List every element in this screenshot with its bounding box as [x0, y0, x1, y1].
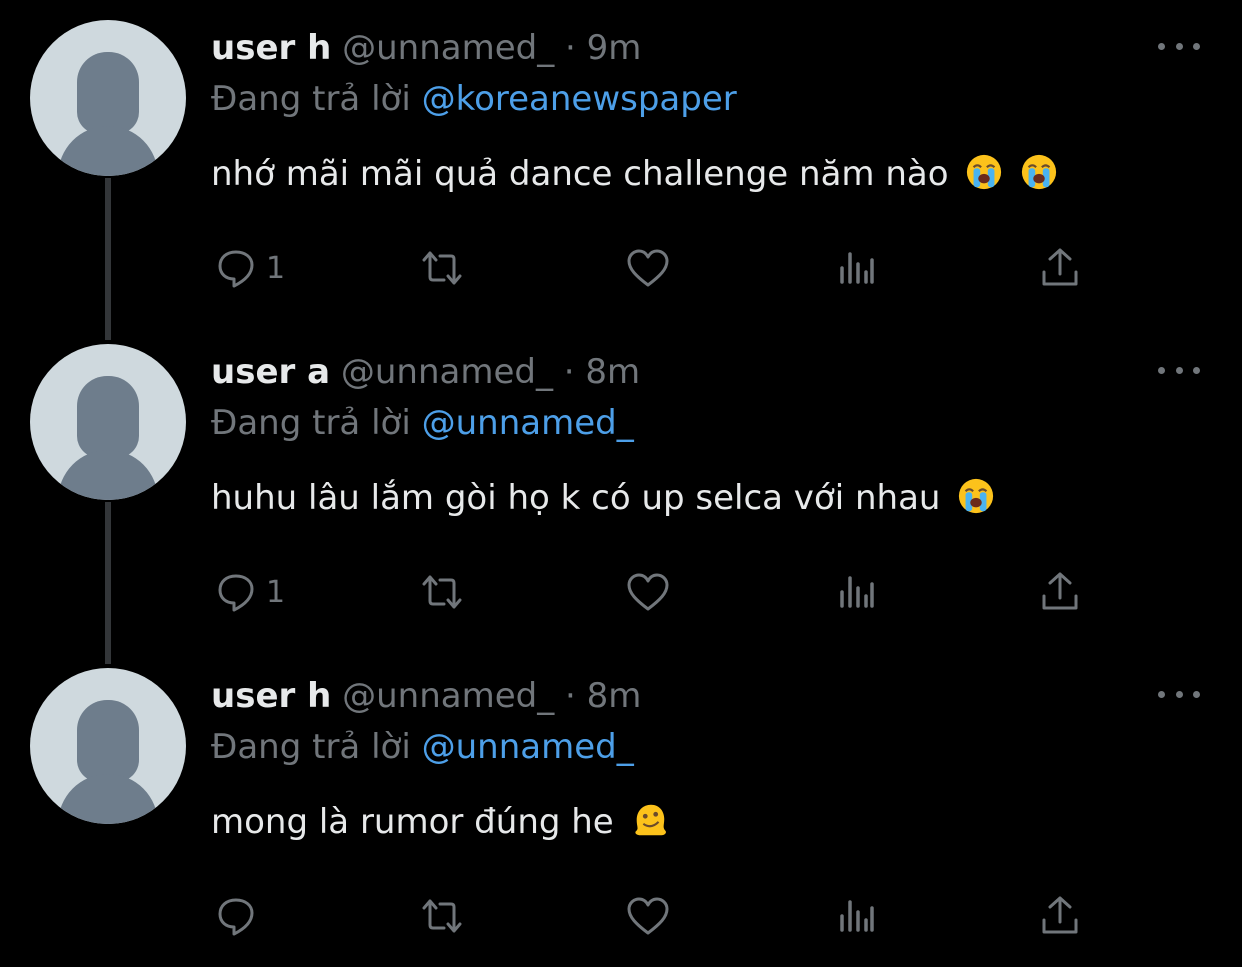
like-icon — [627, 249, 669, 287]
retweet-icon — [422, 575, 462, 609]
more-options-icon[interactable] — [1158, 34, 1200, 58]
mention-link[interactable]: @unnamed_ — [422, 403, 634, 443]
tweet[interactable]: user h @unnamed_ · 8m Đang trả lời @unna… — [0, 648, 1242, 967]
like-button[interactable] — [624, 242, 672, 294]
avatar-body-shape — [58, 450, 158, 500]
tweet[interactable]: user h @unnamed_ · 9m Đang trả lời @kore… — [0, 0, 1242, 324]
tweet-text-content: nhớ mãi mãi quả dance challenge năm nào — [211, 154, 949, 194]
reply-count: 1 — [266, 250, 286, 286]
reply-count: 1 — [266, 574, 286, 610]
reply-icon — [218, 574, 254, 612]
timestamp[interactable]: 8m — [585, 352, 640, 392]
retweet-button[interactable] — [418, 566, 466, 618]
separator-dot: · — [563, 352, 575, 392]
more-options-icon[interactable] — [1158, 682, 1200, 706]
avatar[interactable] — [30, 20, 186, 176]
tweet-text-content: huhu lâu lắm gòi họ k có up selca với nh… — [211, 478, 941, 518]
tweet-text: nhớ mãi mãi quả dance challenge năm nào — [211, 152, 1058, 196]
user-handle[interactable]: @unnamed_ — [341, 352, 553, 392]
tweet[interactable]: user a @unnamed_ · 8m Đang trả lời @unna… — [0, 324, 1242, 648]
replying-to: Đang trả lời @unnamed_ — [211, 401, 634, 445]
like-icon — [627, 897, 669, 935]
mention-link[interactable]: @koreanewspaper — [422, 79, 737, 119]
avatar[interactable] — [30, 344, 186, 500]
share-button[interactable] — [1036, 242, 1084, 294]
tweet-text: mong là rumor đúng he — [211, 800, 669, 844]
timestamp[interactable]: 9m — [587, 28, 642, 68]
avatar-head-shape — [77, 52, 139, 134]
separator-dot: · — [565, 28, 576, 68]
retweet-icon — [422, 251, 462, 285]
tweet-text: huhu lâu lắm gòi họ k có up selca với nh… — [211, 476, 995, 520]
loudly-crying-face-emoji — [1022, 154, 1057, 190]
replying-to: Đang trả lời @unnamed_ — [211, 725, 634, 769]
user-handle[interactable]: @unnamed_ — [342, 676, 554, 716]
reply-button[interactable]: 1 — [212, 566, 285, 618]
retweet-button[interactable] — [418, 242, 466, 294]
avatar-head-shape — [77, 376, 139, 458]
tweet-header: user a @unnamed_ · 8m — [211, 350, 640, 394]
mention-link[interactable]: @unnamed_ — [422, 727, 634, 767]
share-icon — [1042, 572, 1078, 610]
share-icon — [1042, 248, 1078, 286]
timestamp[interactable]: 8m — [587, 676, 642, 716]
replying-to-label: Đang trả lời — [211, 727, 411, 767]
more-options-icon[interactable] — [1158, 358, 1200, 382]
share-button[interactable] — [1036, 566, 1084, 618]
views-button[interactable] — [832, 242, 880, 294]
tweet-header: user h @unnamed_ · 8m — [211, 674, 641, 718]
avatar-head-shape — [77, 700, 139, 782]
views-button[interactable] — [832, 890, 880, 942]
loudly-crying-face-emoji — [967, 154, 1002, 190]
like-button[interactable] — [624, 566, 672, 618]
tweet-text-content: mong là rumor đúng he — [211, 802, 614, 842]
views-icon — [840, 900, 874, 932]
loudly-crying-face-emoji — [959, 478, 994, 514]
reply-button[interactable] — [212, 890, 266, 942]
display-name[interactable]: user h — [211, 28, 331, 68]
views-button[interactable] — [832, 566, 880, 618]
like-button[interactable] — [624, 890, 672, 942]
tweet-header: user h @unnamed_ · 9m — [211, 26, 641, 70]
retweet-button[interactable] — [418, 890, 466, 942]
share-icon — [1042, 896, 1078, 934]
replying-to-label: Đang trả lời — [211, 403, 411, 443]
share-button[interactable] — [1036, 890, 1084, 942]
tweet-actions — [0, 890, 1242, 942]
retweet-icon — [422, 899, 462, 933]
avatar[interactable] — [30, 668, 186, 824]
avatar-body-shape — [58, 126, 158, 176]
views-icon — [840, 576, 874, 608]
display-name[interactable]: user a — [211, 352, 330, 392]
reply-icon — [218, 898, 254, 936]
user-handle[interactable]: @unnamed_ — [342, 28, 554, 68]
avatar-body-shape — [58, 774, 158, 824]
melting-face-emoji — [634, 804, 666, 836]
replying-to-label: Đang trả lời — [211, 79, 411, 119]
replying-to: Đang trả lời @koreanewspaper — [211, 77, 737, 121]
tweet-actions: 1 — [0, 566, 1242, 618]
reply-button[interactable]: 1 — [212, 242, 285, 294]
reply-icon — [218, 250, 254, 288]
tweet-thread: user h @unnamed_ · 9m Đang trả lời @kore… — [0, 0, 1242, 967]
display-name[interactable]: user h — [211, 676, 331, 716]
tweet-actions: 1 — [0, 242, 1242, 294]
separator-dot: · — [565, 676, 576, 716]
views-icon — [840, 252, 874, 284]
like-icon — [627, 573, 669, 611]
